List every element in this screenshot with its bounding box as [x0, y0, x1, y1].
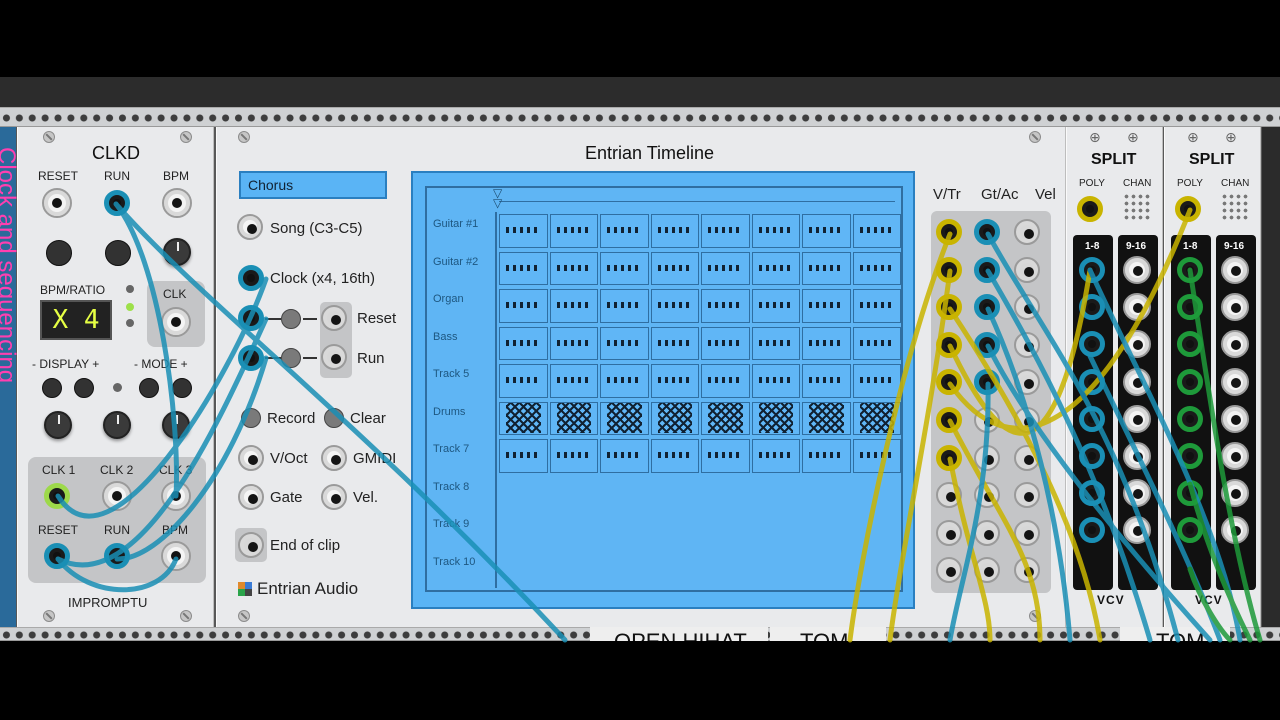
cable — [113, 201, 179, 499]
patch-cables — [55, 201, 1263, 643]
cable — [113, 201, 568, 643]
cable — [947, 381, 991, 643]
cable — [947, 306, 1103, 643]
cable — [985, 231, 1181, 643]
cable — [985, 306, 1073, 643]
cable — [947, 418, 1043, 643]
cable — [114, 355, 269, 562]
cable — [55, 276, 269, 519]
cable — [985, 268, 1153, 643]
